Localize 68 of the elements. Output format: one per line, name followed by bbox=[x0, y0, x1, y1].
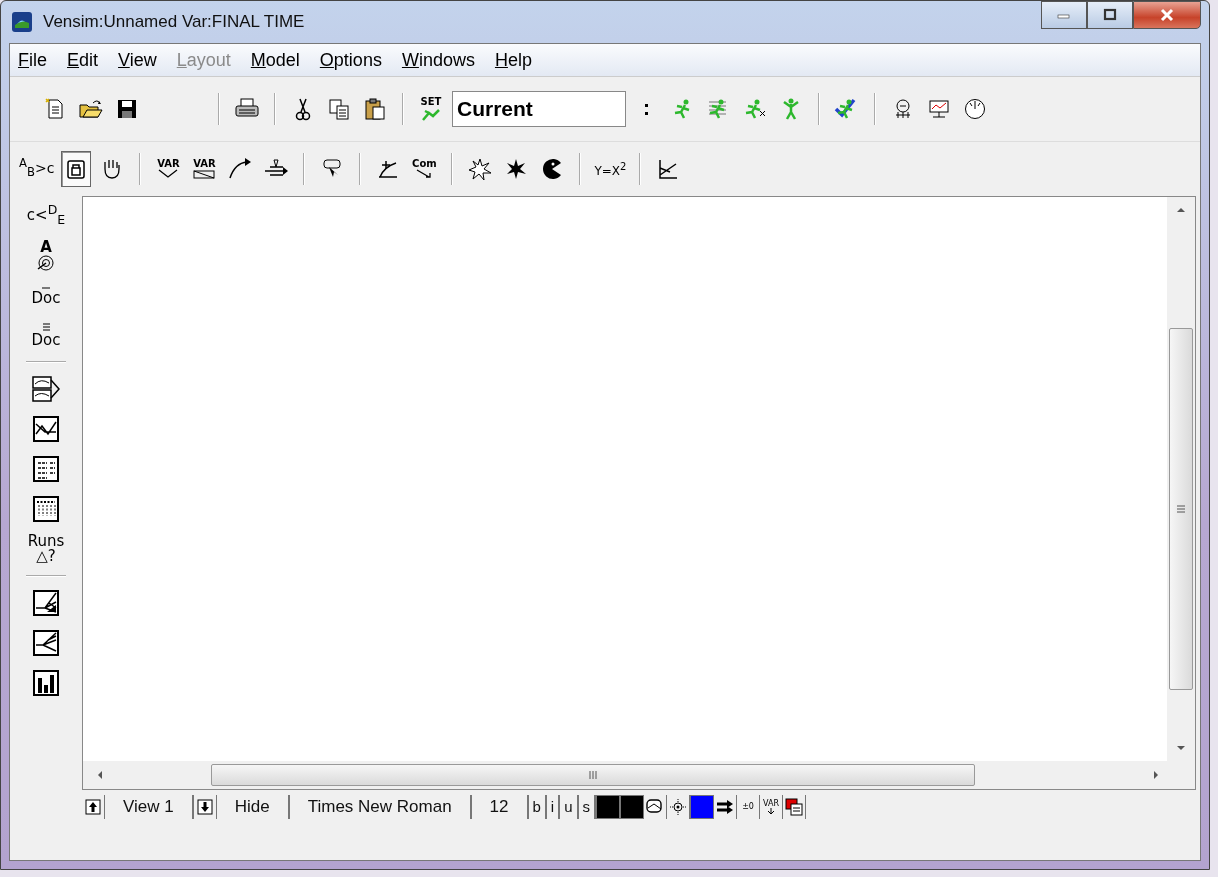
graph-icon bbox=[31, 414, 61, 444]
scroll-down-icon[interactable] bbox=[1175, 745, 1187, 753]
minimize-button[interactable] bbox=[1041, 1, 1087, 29]
close-button[interactable] bbox=[1133, 1, 1201, 29]
color-swatch[interactable] bbox=[596, 795, 621, 819]
document-button[interactable]: Doc bbox=[23, 316, 69, 354]
font-style-button[interactable]: u bbox=[560, 795, 579, 819]
font-style-button[interactable]: b bbox=[528, 795, 547, 819]
menu-item[interactable]: Edit bbox=[67, 49, 99, 71]
box-variable-icon bbox=[191, 169, 218, 179]
menu-item[interactable]: File bbox=[18, 49, 47, 71]
menu-item[interactable]: Model bbox=[250, 49, 300, 71]
chart-icon bbox=[927, 97, 951, 121]
menu-item[interactable]: Options bbox=[319, 49, 382, 71]
copy-icon bbox=[327, 97, 351, 121]
bar-chart-icon bbox=[31, 668, 61, 698]
window-stack-icon bbox=[785, 798, 804, 816]
clipboard-icon bbox=[363, 97, 387, 121]
equation-tool-button[interactable]: Y=X$^{2}$ bbox=[593, 151, 628, 187]
maximize-button[interactable] bbox=[1087, 1, 1133, 29]
open-folder-icon bbox=[78, 97, 104, 121]
table-grid-icon bbox=[31, 494, 61, 524]
font-style-button[interactable]: i bbox=[546, 795, 561, 819]
tree-diagram-icon bbox=[31, 628, 61, 658]
menu-item[interactable]: Windows bbox=[401, 49, 475, 71]
run-name-field[interactable]: Current bbox=[452, 91, 626, 127]
status-button[interactable] bbox=[783, 795, 807, 819]
status-field[interactable]: 12 bbox=[471, 795, 529, 819]
table-icon bbox=[31, 454, 61, 484]
maximize-icon bbox=[1102, 8, 1118, 22]
scroll-left-icon[interactable] bbox=[97, 770, 103, 780]
status-button[interactable]: ±0 bbox=[737, 795, 761, 819]
tree-diagram-icon bbox=[31, 588, 61, 618]
causes-strip-button[interactable]: A bbox=[23, 236, 69, 274]
color-swatch[interactable] bbox=[690, 795, 715, 819]
scroll-up-icon[interactable] bbox=[1175, 205, 1187, 213]
stacked-graphs-icon bbox=[31, 374, 61, 404]
scroll-right-icon[interactable] bbox=[1153, 770, 1159, 780]
gauge-icon bbox=[963, 97, 987, 121]
window-title: Vensim:Unnamed Var:FINAL TIME bbox=[43, 12, 306, 32]
runs-compare-button[interactable]: Runs △? bbox=[23, 530, 69, 568]
comment-tool-button[interactable]: Com bbox=[409, 151, 440, 187]
menu-item[interactable]: Help bbox=[494, 49, 532, 71]
target-icon bbox=[669, 798, 688, 816]
scissors-icon bbox=[293, 97, 313, 121]
status-button[interactable] bbox=[644, 795, 668, 819]
lock-tool-button[interactable] bbox=[61, 151, 92, 187]
status-button[interactable] bbox=[82, 795, 105, 819]
app-icon bbox=[11, 11, 33, 33]
menu-item[interactable]: View bbox=[118, 49, 157, 71]
scroll-thumb[interactable] bbox=[1169, 328, 1193, 690]
set-button[interactable]: SET bbox=[416, 91, 446, 127]
color-swatch[interactable] bbox=[620, 795, 645, 819]
arrows-icon bbox=[716, 798, 735, 816]
scroll-thumb[interactable] bbox=[211, 764, 975, 786]
status-field[interactable]: Times New Roman bbox=[289, 795, 472, 819]
status-field[interactable]: Hide bbox=[216, 795, 290, 819]
status-button[interactable] bbox=[714, 795, 738, 819]
burst-icon bbox=[467, 157, 494, 181]
variable-tool-button[interactable]: VAR bbox=[153, 151, 184, 187]
grip-icon bbox=[588, 770, 598, 780]
close-icon bbox=[1158, 8, 1176, 22]
status-button[interactable]: VAR bbox=[760, 795, 784, 819]
box-variable-tool-button[interactable]: VAR bbox=[189, 151, 220, 187]
shape-icon bbox=[646, 798, 665, 816]
document-button[interactable]: Doc bbox=[23, 276, 69, 314]
grip-icon bbox=[1176, 504, 1186, 514]
status-field[interactable]: View 1 bbox=[105, 795, 194, 819]
